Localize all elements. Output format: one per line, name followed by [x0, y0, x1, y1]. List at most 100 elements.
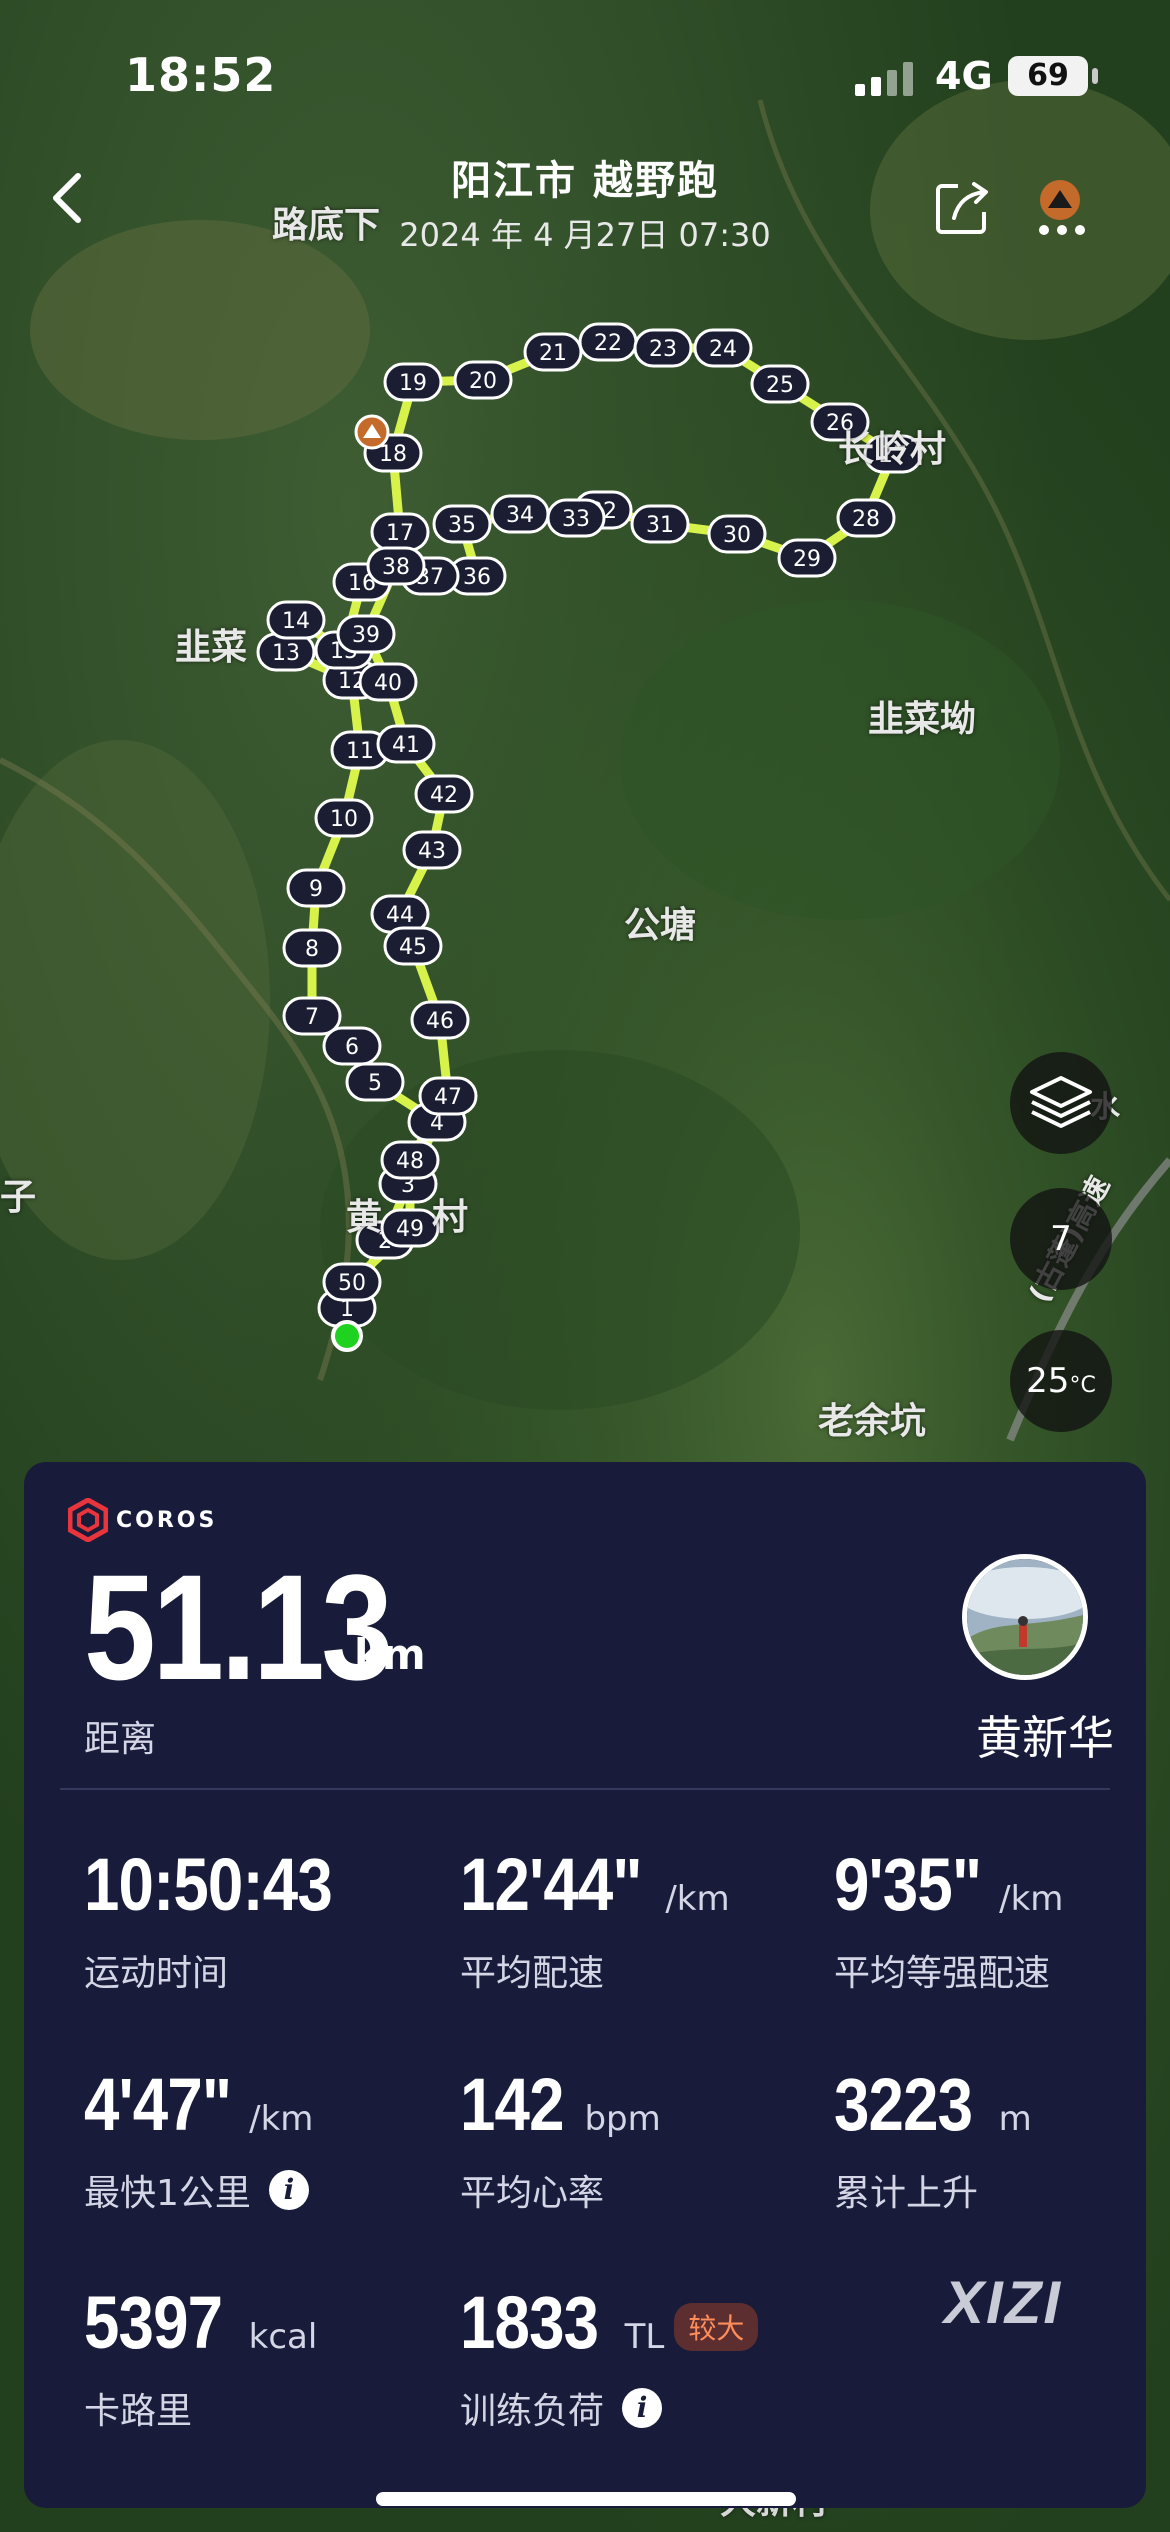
km-marker-label: 35	[448, 513, 476, 538]
more-button[interactable]	[1034, 160, 1104, 250]
km-marker-label: 42	[430, 783, 458, 808]
km-marker: 21	[523, 332, 583, 372]
km-marker-label: 49	[396, 1217, 424, 1242]
km-marker-label: 8	[305, 937, 319, 962]
km-marker-label: 11	[346, 739, 374, 764]
km-marker-label: 31	[646, 513, 674, 538]
user-name: 黄新华	[976, 1711, 1114, 1765]
km-marker-label: 29	[793, 547, 821, 572]
km-marker-label: 9	[309, 877, 323, 902]
km-marker: 28	[836, 498, 896, 538]
stat-calories: 5397 kcal 卡路里	[84, 2286, 317, 2433]
km-marker: 42	[414, 774, 474, 814]
temperature-unit: °C	[1069, 1373, 1096, 1398]
stat-label-row: 最快1公里 i	[84, 2164, 309, 2216]
network-type: 4G	[935, 54, 993, 98]
km-marker-label: 19	[399, 371, 427, 396]
brand-logo: COROS	[68, 1498, 217, 1542]
km-marker: 9	[286, 868, 346, 908]
place-label: 长岭村	[838, 429, 947, 470]
km-marker-label: 25	[766, 373, 794, 398]
km-marker-label: 18	[379, 442, 407, 467]
stat-label: 运动时间	[84, 1953, 229, 1994]
share-button[interactable]	[932, 178, 992, 238]
km-marker-label: 22	[594, 331, 622, 356]
summit-marker-icon	[354, 414, 390, 450]
battery-icon	[1092, 68, 1098, 84]
distance-value: 51.13	[84, 1543, 393, 1711]
stat-unit: m	[998, 2099, 1032, 2139]
km-marker: 43	[402, 830, 462, 870]
stat-label: 平均配速	[460, 1953, 605, 1994]
km-marker: 24	[693, 328, 753, 368]
signal-icon	[855, 62, 913, 96]
km-marker: 31	[630, 504, 690, 544]
km-marker: 17	[370, 512, 430, 552]
km-marker: 22	[578, 322, 638, 362]
stat-duration: 10:50:43 运动时间	[84, 1843, 372, 1995]
km-marker: 19	[383, 362, 443, 402]
place-label: 村	[432, 1197, 469, 1238]
weather-button[interactable]: 25°C	[1010, 1330, 1112, 1432]
km-marker-label: 30	[723, 523, 751, 548]
km-marker: 41	[376, 724, 436, 764]
stat-unit: /km	[999, 1879, 1064, 1919]
km-marker-label: 6	[345, 1035, 359, 1060]
km-marker: 7	[282, 996, 342, 1036]
activity-summary-card: COROS 51.13 km 距离 黄新华 10:50:43 运动时间 12'4…	[24, 1462, 1146, 2508]
map-layers-button[interactable]	[1010, 1052, 1112, 1154]
km-marker-label: 24	[709, 337, 737, 362]
km-marker: 40	[358, 662, 418, 702]
stat-label: 累计上升	[834, 2173, 979, 2214]
activity-datetime: 2024 年 4 月27日 07:30	[399, 216, 771, 254]
stat-value: 3223	[834, 2063, 973, 2146]
km-marker-label: 36	[463, 565, 491, 590]
battery-level: 69	[1008, 56, 1088, 96]
avatar[interactable]	[962, 1554, 1088, 1680]
km-marker: 20	[453, 360, 513, 400]
info-icon[interactable]: i	[622, 2388, 663, 2428]
km-marker-label: 38	[382, 555, 410, 580]
compass-button[interactable]: 7	[1010, 1188, 1112, 1290]
place-label: 子	[0, 1177, 37, 1218]
km-marker: 38	[366, 546, 426, 586]
place-label: 韭菜坳	[868, 699, 977, 740]
km-marker-label: 10	[330, 807, 358, 832]
km-marker-label: 48	[396, 1149, 424, 1174]
stat-value: 10:50:43	[84, 1843, 333, 1926]
km-marker-label: 41	[392, 733, 420, 758]
km-marker-label: 7	[305, 1005, 319, 1030]
km-marker: 14	[266, 600, 326, 640]
km-marker-label: 50	[338, 1271, 366, 1296]
km-marker: 34	[490, 494, 550, 534]
start-point-marker	[331, 1320, 363, 1352]
km-marker: 47	[418, 1076, 478, 1116]
km-marker-label: 47	[434, 1085, 462, 1110]
stat-label: 卡路里	[84, 2391, 193, 2432]
stat-value: 1833	[460, 2281, 599, 2364]
km-marker-label: 43	[418, 839, 446, 864]
stat-fastest-km: 4'47" /km 最快1公里 i	[84, 2068, 313, 2215]
km-marker: 23	[633, 328, 693, 368]
info-icon[interactable]: i	[268, 2170, 309, 2210]
stat-label: 平均等强配速	[834, 1953, 1051, 1994]
divider	[60, 1788, 1110, 1790]
km-marker-label: 44	[386, 903, 414, 928]
km-marker: 46	[410, 1000, 470, 1040]
km-marker-label: 34	[506, 503, 534, 528]
km-marker-label: 33	[562, 507, 590, 532]
km-marker-label: 17	[386, 521, 414, 546]
stat-value: 142	[460, 2063, 564, 2146]
stat-avg-grade-adjusted-pace: 9'35" /km 平均等强配速	[834, 1843, 1064, 1995]
top-navigation: 阳江市 越野跑 2024 年 4 月27日 07:30	[0, 140, 1170, 260]
place-label: 公塘	[624, 905, 697, 946]
more-icon	[1039, 180, 1085, 235]
home-indicator[interactable]	[376, 2492, 796, 2506]
layers-icon	[1030, 1076, 1092, 1128]
km-marker: 30	[707, 514, 767, 554]
stat-avg-pace: 12'44" /km 平均配速	[460, 1848, 730, 1995]
compass-value: 7	[1050, 1219, 1072, 1259]
km-marker: 39	[336, 614, 396, 654]
temperature-value: 25	[1026, 1361, 1070, 1401]
stat-value: 9'35"	[834, 1843, 982, 1926]
